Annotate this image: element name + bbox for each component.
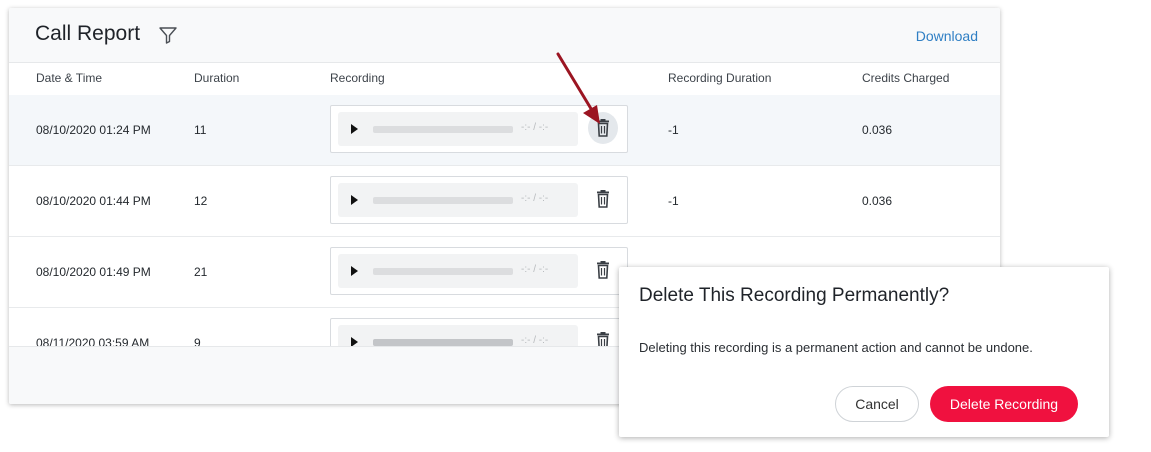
column-header-datetime: Date & Time — [36, 71, 103, 85]
cell-duration: 21 — [194, 265, 208, 279]
table-header: Date & Time Duration Recording Recording… — [9, 62, 1000, 96]
arrow-icon — [556, 52, 600, 124]
audio-controls: -:- / -:- — [338, 112, 578, 146]
audio-progress-track[interactable] — [373, 268, 513, 275]
audio-time: -:- / -:- — [521, 122, 549, 133]
trash-icon — [597, 261, 609, 279]
cell-datetime: 08/11/2020 03:59 AM — [36, 336, 150, 346]
cell-duration: 12 — [194, 194, 208, 208]
audio-progress-track[interactable] — [373, 126, 513, 133]
cell-datetime: 08/10/2020 01:49 PM — [36, 265, 151, 279]
download-link[interactable]: Download — [916, 28, 978, 44]
column-header-recording: Recording — [330, 71, 385, 85]
delete-confirmation-dialog: Delete This Recording Permanently? Delet… — [619, 267, 1109, 437]
trash-icon — [597, 190, 609, 208]
audio-time: -:- / -:- — [521, 193, 549, 204]
cancel-button[interactable]: Cancel — [835, 386, 919, 422]
audio-time: -:- / -:- — [521, 335, 549, 346]
audio-progress-track[interactable] — [373, 197, 513, 204]
dialog-title: Delete This Recording Permanently? — [639, 285, 950, 306]
play-icon[interactable] — [351, 266, 358, 276]
audio-time: -:- / -:- — [521, 264, 549, 275]
cell-duration: 9 — [194, 336, 201, 346]
cell-credits: 0.036 — [862, 123, 893, 137]
delete-recording-button[interactable] — [588, 325, 618, 346]
cell-datetime: 08/10/2020 01:44 PM — [36, 194, 151, 208]
play-icon[interactable] — [351, 195, 358, 205]
delete-recording-button[interactable] — [588, 254, 618, 286]
column-header-recording-duration: Recording Duration — [668, 71, 772, 85]
cell-recording-duration: -1 — [668, 194, 679, 208]
trash-icon — [597, 332, 609, 346]
audio-player: -:- / -:- — [330, 318, 628, 346]
play-icon[interactable] — [351, 337, 358, 346]
page-title: Call Report — [35, 22, 141, 45]
delete-recording-confirm-button[interactable]: Delete Recording — [930, 386, 1078, 422]
audio-player: -:- / -:- — [330, 247, 628, 295]
table-row: 08/10/2020 01:44 PM 12 -:- / -:- -1 0.03… — [9, 166, 1000, 237]
audio-controls: -:- / -:- — [338, 325, 578, 346]
cell-credits: 0.036 — [862, 194, 893, 208]
cell-duration: 11 — [194, 123, 207, 137]
filter-icon[interactable] — [158, 25, 178, 45]
table-row: 08/10/2020 01:24 PM 11 -:- / -:- -1 0.03… — [9, 95, 1000, 166]
cell-datetime: 08/10/2020 01:24 PM — [36, 123, 151, 137]
column-header-duration: Duration — [194, 71, 240, 85]
audio-controls: -:- / -:- — [338, 254, 578, 288]
column-header-credits: Credits Charged — [862, 71, 950, 85]
audio-controls: -:- / -:- — [338, 183, 578, 217]
delete-recording-button[interactable] — [588, 183, 618, 215]
audio-player: -:- / -:- — [330, 176, 628, 224]
dialog-message: Deleting this recording is a permanent a… — [639, 340, 1033, 355]
play-icon[interactable] — [351, 124, 358, 134]
panel-header: Call Report Download — [9, 8, 1000, 62]
cell-recording-duration: -1 — [668, 123, 679, 137]
audio-progress-track[interactable] — [373, 339, 513, 346]
